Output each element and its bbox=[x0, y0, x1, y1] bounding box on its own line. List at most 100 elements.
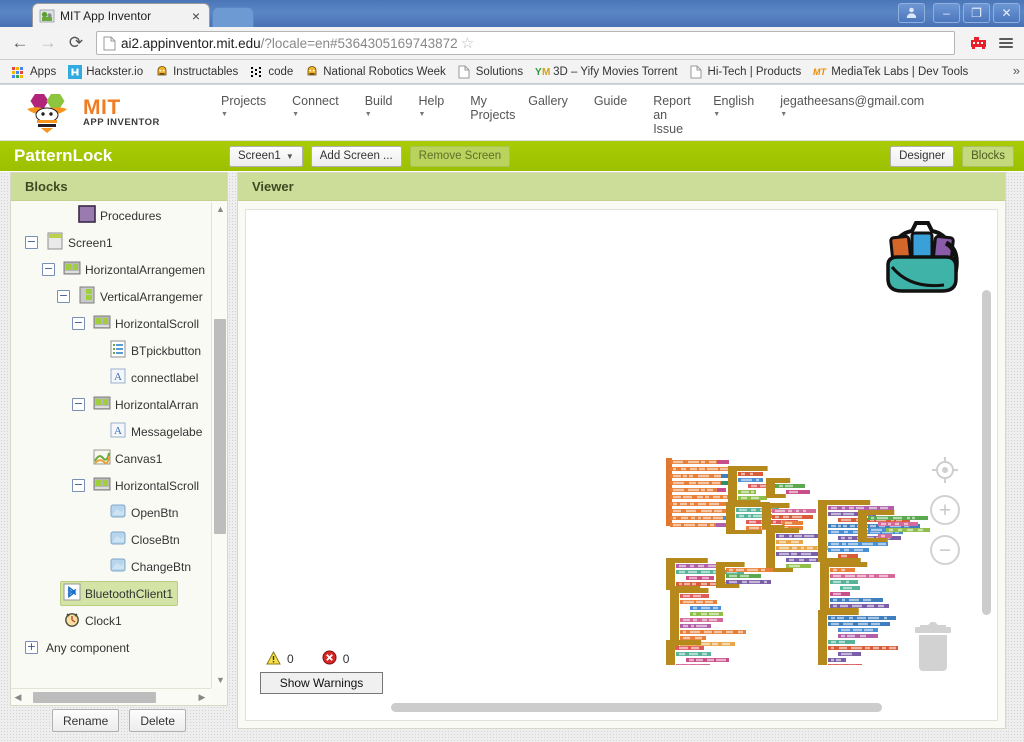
nav-projects[interactable]: Projects ▼ bbox=[208, 94, 279, 119]
app-logo[interactable]: MIT APP INVENTOR bbox=[22, 92, 208, 134]
tree-vscroll-thumb[interactable] bbox=[214, 319, 226, 534]
tree-item-icon-wrap bbox=[109, 340, 131, 361]
reload-button[interactable]: ⟳ bbox=[64, 31, 88, 55]
zoom-in-button[interactable]: + bbox=[930, 495, 960, 525]
extension-icon[interactable] bbox=[969, 35, 988, 52]
backpack-icon[interactable] bbox=[874, 215, 969, 307]
tree-item-openbtn[interactable]: OpenBtn bbox=[11, 499, 211, 526]
chevron-down-icon: ▼ bbox=[713, 110, 721, 118]
scroll-right-icon[interactable]: ▶ bbox=[195, 689, 209, 706]
nav-label: Projects bbox=[221, 93, 267, 108]
scroll-up-icon[interactable]: ▲ bbox=[215, 204, 226, 215]
tree-hscroll-thumb[interactable] bbox=[33, 692, 156, 703]
restore-button[interactable]: ❐ bbox=[963, 3, 990, 23]
listpicker-icon bbox=[109, 340, 127, 361]
back-button[interactable]: ← bbox=[8, 31, 32, 55]
bookmark-apps[interactable]: Apps bbox=[6, 65, 62, 79]
tree-item-connectlabel[interactable]: Aconnectlabel bbox=[11, 364, 211, 391]
tree-item-clock1[interactable]: Clock1 bbox=[11, 607, 211, 634]
tree-item-verticalarrangemer[interactable]: − VerticalArrangemer bbox=[11, 283, 211, 310]
remove-screen-button[interactable]: Remove Screen bbox=[409, 145, 511, 167]
chrome-menu-icon[interactable] bbox=[996, 38, 1016, 48]
scroll-down-icon[interactable]: ▼ bbox=[215, 675, 226, 686]
tree-item-changebtn[interactable]: ChangeBtn bbox=[11, 553, 211, 580]
nav-report-an-issue[interactable]: Report an Issue bbox=[640, 94, 700, 136]
nav-guide[interactable]: Guide bbox=[581, 94, 640, 108]
add-screen-button[interactable]: Add Screen ... bbox=[310, 145, 402, 167]
window-controls: – ❐ ✕ bbox=[898, 3, 1020, 23]
canvas-vertical-scrollbar[interactable] bbox=[982, 290, 991, 615]
nav-label: Gallery bbox=[528, 93, 568, 108]
designer-button[interactable]: Designer bbox=[890, 145, 955, 167]
mediatek-icon: MT bbox=[813, 65, 827, 79]
tree-item-horizontalarrangemen[interactable]: − HorizontalArrangemen bbox=[11, 256, 211, 283]
nav-language[interactable]: English ▼ bbox=[700, 94, 767, 119]
tree-item-canvas1[interactable]: Canvas1 bbox=[11, 445, 211, 472]
show-warnings-button[interactable]: Show Warnings bbox=[260, 672, 383, 694]
trash-icon[interactable] bbox=[904, 619, 962, 675]
forward-button[interactable]: → bbox=[36, 31, 60, 55]
nav-gallery[interactable]: Gallery bbox=[515, 94, 581, 108]
bookmark-hitech-products[interactable]: Hi-Tech | Products bbox=[684, 65, 808, 79]
blocks-tree-panel: Blocks Procedures − Screen1− HorizontalArra… bbox=[10, 172, 228, 706]
tree-collapse-icon[interactable]: − bbox=[72, 317, 85, 330]
tree-item-messagelabe[interactable]: A Messagelabe bbox=[11, 418, 211, 445]
tree-item-screen1[interactable]: − Screen1 bbox=[11, 229, 211, 256]
rename-button[interactable]: Rename bbox=[51, 709, 120, 732]
nav-account[interactable]: jegatheesans@gmail.com ▼ bbox=[767, 94, 927, 119]
tree-item-horizontalscroll[interactable]: − HorizontalScroll bbox=[11, 472, 211, 499]
nav-connect[interactable]: Connect ▼ bbox=[279, 94, 352, 119]
user-profile-button[interactable] bbox=[898, 3, 925, 23]
bookmark-instructables[interactable]: Instructables bbox=[149, 65, 244, 79]
tree-item-label: connectlabel bbox=[131, 370, 199, 385]
nav-my-projects[interactable]: My Projects bbox=[457, 94, 515, 122]
tree-collapse-icon[interactable]: − bbox=[42, 263, 55, 276]
svg-text:A: A bbox=[114, 425, 122, 437]
center-target-icon[interactable] bbox=[930, 455, 960, 485]
tree-collapse-icon[interactable]: − bbox=[72, 398, 85, 411]
tree-item-horizontalarran[interactable]: − HorizontalArran bbox=[11, 391, 211, 418]
page-icon bbox=[103, 36, 116, 51]
tree-item-closebtn[interactable]: CloseBtn bbox=[11, 526, 211, 553]
tree-collapse-icon[interactable]: − bbox=[25, 236, 38, 249]
tree-item-procedures[interactable]: Procedures bbox=[11, 202, 211, 229]
scroll-left-icon[interactable]: ◀ bbox=[11, 689, 25, 706]
bookmark-national-robotics-week[interactable]: National Robotics Week bbox=[299, 65, 452, 79]
tree-item-bluetoothclient1[interactable]: BluetoothClient1 bbox=[11, 580, 211, 607]
close-tab-icon[interactable]: × bbox=[189, 9, 203, 23]
close-window-button[interactable]: ✕ bbox=[993, 3, 1020, 23]
browser-tab[interactable]: MIT App Inventor × bbox=[32, 3, 210, 27]
tree-item-label: OpenBtn bbox=[131, 505, 179, 520]
svg-text:MT: MT bbox=[813, 67, 827, 77]
view-toggle-group: Designer Blocks bbox=[890, 145, 1014, 167]
nav-build[interactable]: Build ▼ bbox=[352, 94, 406, 119]
delete-button[interactable]: Delete bbox=[129, 709, 187, 732]
tree-item-btpickbutton[interactable]: BTpickbutton bbox=[11, 337, 211, 364]
bookmark-code[interactable]: code bbox=[244, 65, 299, 79]
blocks-button[interactable]: Blocks bbox=[962, 145, 1014, 167]
bookmark-solutions[interactable]: Solutions bbox=[452, 65, 529, 79]
address-bar[interactable]: ai2.appinventor.mit.edu/?locale=en#53643… bbox=[96, 31, 955, 55]
tree-item-horizontalscroll[interactable]: − HorizontalScroll bbox=[11, 310, 211, 337]
tree-vertical-scrollbar[interactable]: ▲ ▼ bbox=[211, 202, 227, 688]
screen-select-dropdown[interactable]: Screen1 ▼ bbox=[229, 145, 303, 167]
bookmark-mediatek-labs[interactable]: MT MediaTek Labs | Dev Tools bbox=[807, 65, 974, 79]
bookmarks-overflow-icon[interactable]: » bbox=[1013, 63, 1020, 78]
canvas-icon bbox=[93, 449, 111, 469]
tree-expand-icon[interactable]: + bbox=[25, 641, 38, 654]
zoom-out-button[interactable]: − bbox=[930, 535, 960, 565]
minimize-button[interactable]: – bbox=[933, 3, 960, 23]
nav-help[interactable]: Help ▼ bbox=[406, 94, 458, 119]
tree-item-any-component[interactable]: + Any component bbox=[11, 634, 211, 661]
bookmark-yify[interactable]: YM 3D – Yify Movies Torrent bbox=[529, 65, 683, 79]
bookmark-star-icon[interactable]: ☆ bbox=[458, 34, 477, 52]
tree-item-label: Procedures bbox=[100, 208, 162, 223]
bookmark-hackster[interactable]: Hackster.io bbox=[62, 64, 149, 79]
tree-collapse-icon[interactable]: − bbox=[57, 290, 70, 303]
tree-collapse-icon[interactable]: − bbox=[72, 479, 85, 492]
blocks-canvas[interactable]: + − 0 0 Show Warnings bbox=[245, 209, 998, 721]
browser-window: MIT App Inventor × – ❐ ✕ ← → ⟳ ai2.appin… bbox=[0, 0, 1024, 742]
tree-horizontal-scrollbar[interactable]: ◀ ▶ bbox=[11, 688, 211, 705]
label-icon: A bbox=[109, 368, 127, 388]
canvas-horizontal-scrollbar[interactable] bbox=[391, 703, 882, 712]
